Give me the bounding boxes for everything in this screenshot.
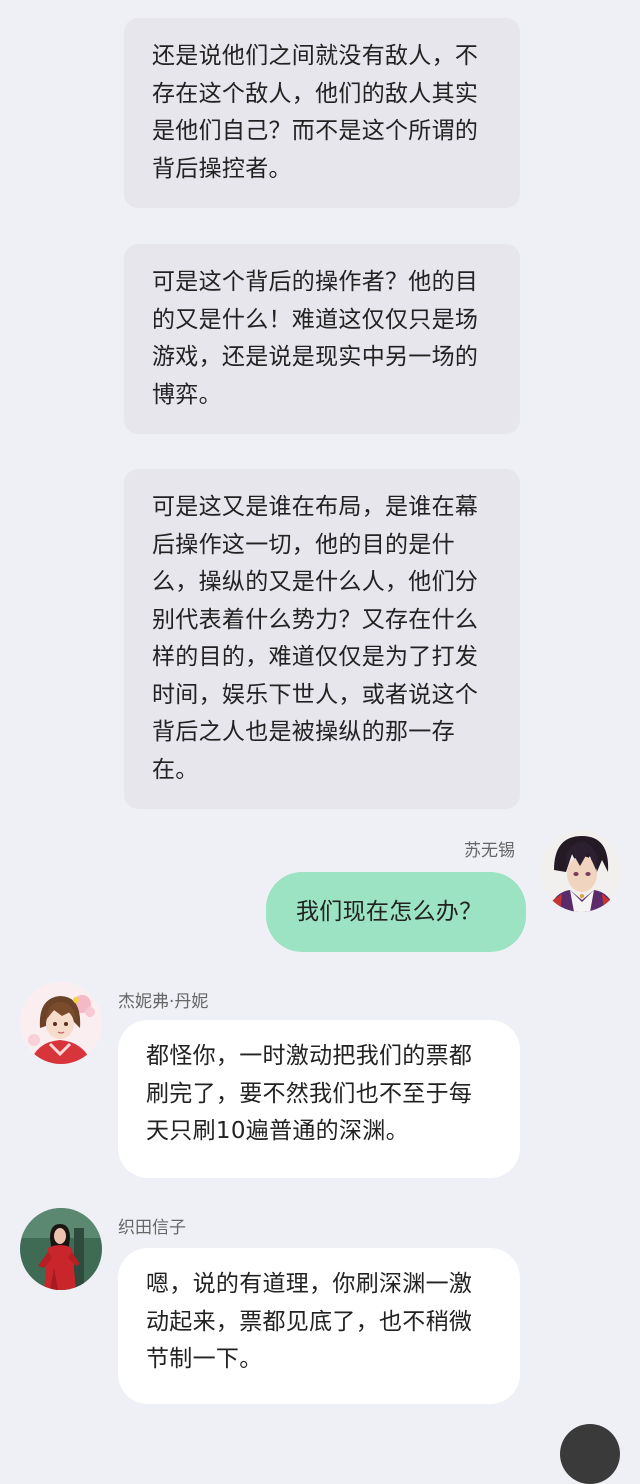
outgoing-message-bubble[interactable]: 我们现在怎么办？ — [266, 872, 526, 952]
anime-boy-icon — [540, 830, 622, 912]
message-bubble[interactable]: 还是说他们之间就没有敌人，不存在这个敌人，他们的敌人其实是他们自己？而不是这个所… — [124, 18, 520, 208]
message-bubble[interactable]: 可是这个背后的操作者？他的目的又是什么！难道这仅仅只是场游戏，还是说是现实中另一… — [124, 244, 520, 434]
woman-red-dress-avatar[interactable] — [20, 1208, 102, 1290]
sender-name: 杰妮弗·丹妮 — [118, 992, 209, 1012]
anime-boy-avatar[interactable] — [540, 830, 622, 912]
chat-view: 还是说他们之间就没有敌人，不存在这个敌人，他们的敌人其实是他们自己？而不是这个所… — [0, 0, 640, 1484]
woman-red-dress-icon — [20, 1208, 102, 1290]
sender-name: 织田信子 — [118, 1218, 186, 1238]
message-bubble[interactable]: 可是这又是谁在布局，是谁在幕后操作这一切，他的目的是什么，操纵的又是什么人，他们… — [124, 469, 520, 809]
sender-name: 苏无锡 — [464, 841, 515, 861]
incoming-message-bubble[interactable]: 嗯，说的有道理，你刷深渊一激动起来，票都见底了，也不稍微节制一下。 — [118, 1248, 520, 1404]
incoming-message-bubble[interactable]: 都怪你，一时激动把我们的票都刷完了，要不然我们也不至于每天只刷10遍普通的深渊。 — [118, 1020, 520, 1178]
avatar[interactable] — [560, 1424, 620, 1484]
anime-girl-icon — [20, 982, 102, 1064]
anime-girl-avatar[interactable] — [20, 982, 102, 1064]
